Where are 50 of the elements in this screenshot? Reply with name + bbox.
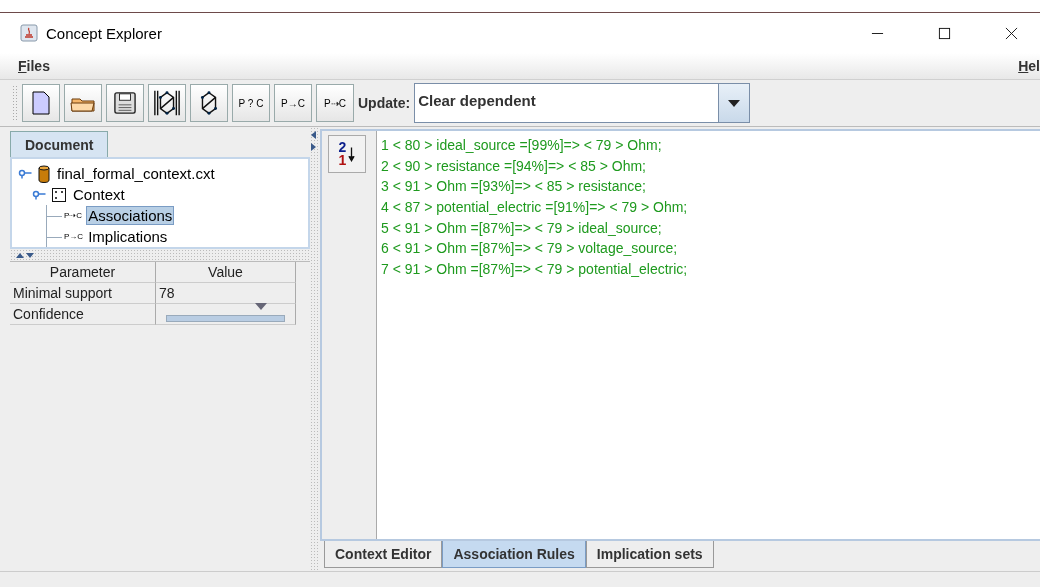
- column-header[interactable]: Value: [156, 262, 296, 283]
- java-app-icon: [20, 24, 38, 42]
- rule-line: 6 < 91 > Ohm =[87%]=> < 79 > voltage_source;: [381, 240, 679, 259]
- menu-item[interactable]: Hel: [1018, 58, 1040, 74]
- rule-line: 7 < 91 > Ohm =[87%]=> < 79 > potential_electric;: [381, 261, 689, 280]
- open-folder-button[interactable]: [64, 84, 102, 122]
- rule-icon: P→C: [64, 232, 84, 241]
- tree-item[interactable]: final_formal_context.cxt: [56, 165, 216, 182]
- bottom-tab[interactable]: Context Editor: [324, 541, 443, 568]
- lattice-frame-button[interactable]: [148, 84, 186, 122]
- down-arrow-icon: [348, 146, 356, 162]
- rule-icon: P⇢C: [64, 211, 83, 220]
- column-header[interactable]: Parameter: [10, 262, 156, 283]
- tree-item[interactable]: Context: [72, 186, 126, 203]
- table-cell[interactable]: 78: [156, 283, 296, 304]
- rule-line: 4 < 87 > potential_electric =[91%]=> < 79 > Ohm;: [381, 199, 689, 218]
- lattice-button[interactable]: [190, 84, 228, 122]
- sort-button[interactable]: 2 1: [328, 135, 366, 173]
- rule-tool-button[interactable]: P ? C: [232, 84, 270, 122]
- cylinder-icon: [38, 164, 50, 183]
- maximize-icon[interactable]: [938, 26, 951, 40]
- dropdown-arrow-icon: [728, 99, 741, 107]
- table-cell: Confidence: [10, 304, 156, 325]
- rule-line: 1 < 80 > ideal_source =[99%]=> < 79 > Ohm;: [381, 137, 663, 155]
- document-icon: [31, 91, 51, 115]
- rule-tool-button[interactable]: P→C: [274, 84, 312, 122]
- tree-handle-icon[interactable]: [32, 189, 46, 200]
- framed-lattice-icon: [153, 89, 181, 117]
- rule-line: 2 < 90 > resistance =[94%]=> < 85 > Ohm;: [381, 157, 647, 176]
- split-arrows-icon[interactable]: [16, 252, 36, 258]
- rule-tool-button[interactable]: P⇢C: [316, 84, 354, 122]
- cross-table-icon: [52, 187, 66, 202]
- rule-line: 5 < 91 > Ohm =[87%]=> < 79 > ideal_source;: [381, 219, 663, 238]
- save-disk-button[interactable]: [106, 84, 144, 122]
- tree-item[interactable]: Associations: [86, 206, 175, 225]
- update-label: Update:: [358, 95, 411, 111]
- rule-line: 3 < 91 > Ohm =[93%]=> < 85 > resistance;: [381, 178, 647, 197]
- update-dropdown[interactable]: Clear dependent: [414, 83, 751, 123]
- tree-handle-icon[interactable]: [18, 168, 32, 179]
- close-icon[interactable]: [1005, 26, 1018, 40]
- menu-item[interactable]: Files: [18, 58, 50, 74]
- window-title: Concept Explorer: [46, 24, 162, 42]
- table-cell: Minimal support: [10, 283, 156, 304]
- slider-thumb[interactable]: [254, 303, 267, 311]
- split-arrows-icon[interactable]: [310, 131, 316, 153]
- bottom-tab[interactable]: Association Rules: [442, 541, 586, 568]
- new-file-button[interactable]: [22, 84, 60, 122]
- document-tab[interactable]: Document: [10, 131, 109, 157]
- bottom-tab[interactable]: Implication sets: [585, 541, 714, 568]
- tree-item[interactable]: Implications: [87, 228, 169, 245]
